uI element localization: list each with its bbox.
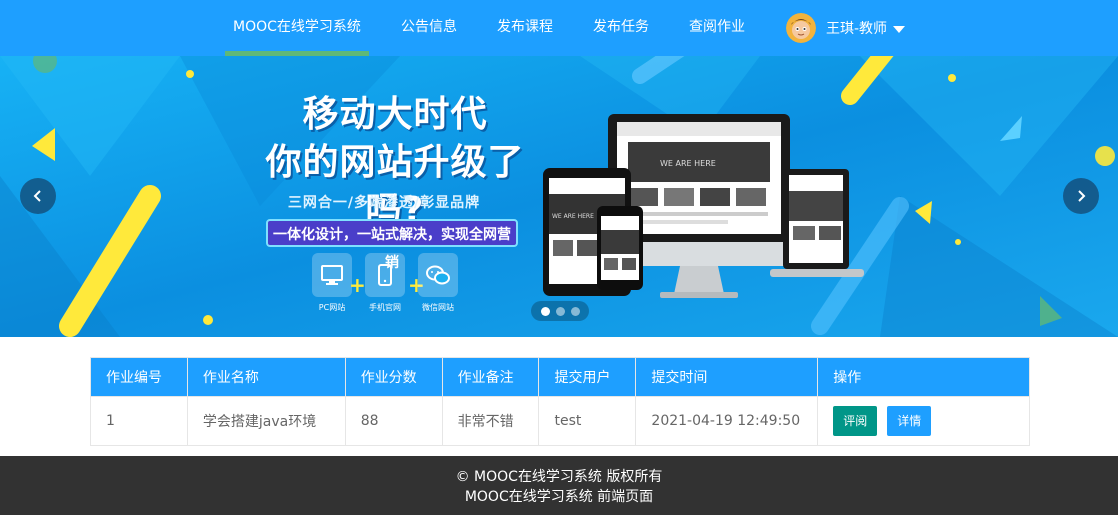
carousel-indicators <box>531 301 589 321</box>
carousel-dot-1[interactable] <box>540 306 550 316</box>
footer-copyright: © MOOC在线学习系统 版权所有 <box>455 469 663 485</box>
header-time: 提交时间 <box>635 357 819 397</box>
nav-item-publish-task[interactable]: 发布任务 <box>593 0 649 56</box>
cell-actions: 评阅 详情 <box>817 396 1030 446</box>
nav-item-review-homework[interactable]: 查阅作业 <box>689 0 745 56</box>
wechat-icon <box>418 253 458 297</box>
banner-slogan: 一体化设计，一站式解决，实现全网营销 <box>266 219 518 271</box>
feature-wechat: 微信网站 <box>408 253 468 313</box>
user-menu[interactable]: 王琪-教师 <box>786 13 906 43</box>
svg-text:WE ARE HERE: WE ARE HERE <box>660 159 716 168</box>
headline-line-1: 移动大时代 <box>302 94 488 135</box>
review-button[interactable]: 评阅 <box>833 406 878 436</box>
top-nav: MOOC在线学习系统 公告信息 发布课程 发布任务 查阅作业 王琪-教师 <box>0 0 1118 56</box>
feature-label-wechat: 微信网站 <box>422 303 454 312</box>
carousel-banner: WE ARE HERE WE ARE HERE 移动大时代 你的网站升级了吗? … <box>0 56 1118 337</box>
feature-mobile: 手机官网 <box>355 253 415 313</box>
homework-table: 作业编号 作业名称 作业分数 作业备注 提交用户 提交时间 操作 1 学会搭建j… <box>90 357 1030 446</box>
header-remark: 作业备注 <box>441 357 540 397</box>
nav-item-home[interactable]: MOOC在线学习系统 <box>225 0 369 56</box>
monitor-icon <box>312 253 352 297</box>
feature-label-pc: PC网站 <box>318 303 346 312</box>
header-actions: 操作 <box>817 357 1030 397</box>
header-score: 作业分数 <box>344 357 443 397</box>
header-id: 作业编号 <box>90 357 188 397</box>
cell-id: 1 <box>90 396 188 446</box>
cell-remark: 非常不错 <box>441 396 540 446</box>
cell-time: 2021-04-19 12:49:50 <box>635 396 819 446</box>
nav-item-publish-course[interactable]: 发布课程 <box>497 0 553 56</box>
cell-name: 学会搭建java环境 <box>186 396 346 446</box>
detail-button[interactable]: 详情 <box>887 406 932 436</box>
carousel-prev-button[interactable] <box>20 178 56 214</box>
banner-tagline: 三网合一/多端渗透/彰显品牌 <box>287 195 481 211</box>
cell-user: test <box>538 396 637 446</box>
user-name: 王琪-教师 <box>826 21 888 37</box>
header-user: 提交用户 <box>538 357 637 397</box>
svg-text:WE ARE HERE: WE ARE HERE <box>552 213 594 220</box>
cell-score: 88 <box>344 396 443 446</box>
banner-headline: 移动大时代 你的网站升级了吗? <box>250 91 540 235</box>
chevron-down-icon <box>893 25 906 33</box>
chevron-left-icon <box>33 190 41 202</box>
page-footer: © MOOC在线学习系统 版权所有 MOOC在线学习系统 前端页面 <box>0 456 1118 515</box>
carousel-dot-3[interactable] <box>570 306 580 316</box>
phone-icon <box>365 253 405 297</box>
footer-subtitle: MOOC在线学习系统 前端页面 <box>464 489 654 505</box>
carousel-next-button[interactable] <box>1063 178 1099 214</box>
header-name: 作业名称 <box>186 357 346 397</box>
chevron-right-icon <box>1078 190 1086 202</box>
nav-item-announcements[interactable]: 公告信息 <box>401 0 457 56</box>
banner-background: WE ARE HERE WE ARE HERE <box>0 56 1118 337</box>
avatar <box>786 13 816 43</box>
table-header-row: 作业编号 作业名称 作业分数 作业备注 提交用户 提交时间 操作 <box>90 357 1030 397</box>
feature-label-mobile: 手机官网 <box>369 303 401 312</box>
carousel-dot-2[interactable] <box>555 306 565 316</box>
table-row: 1 学会搭建java环境 88 非常不错 test 2021-04-19 12:… <box>90 396 1030 446</box>
